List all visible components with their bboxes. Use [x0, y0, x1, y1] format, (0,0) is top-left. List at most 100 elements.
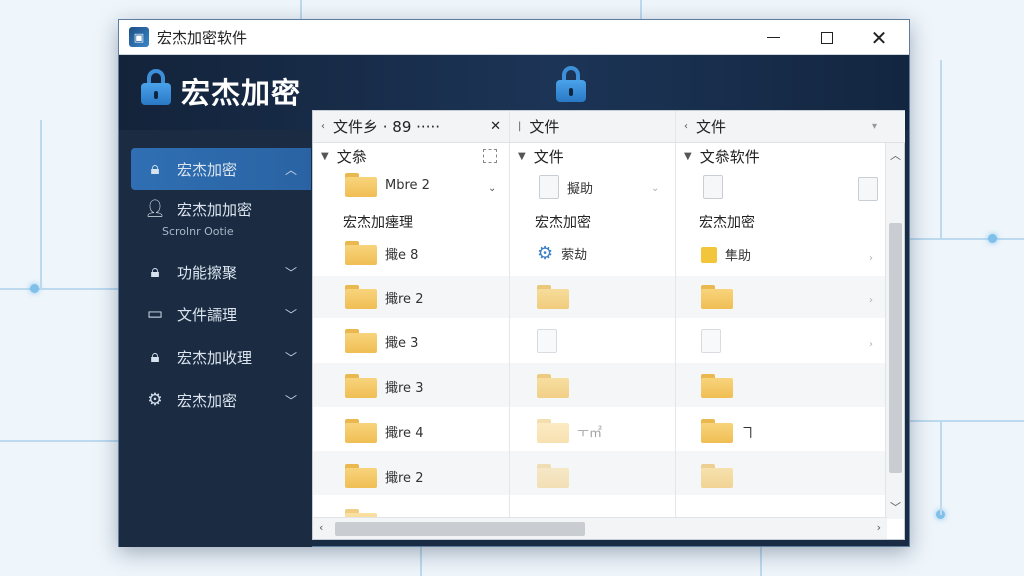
minimize-icon — [766, 36, 780, 39]
minimize-button[interactable] — [747, 20, 799, 55]
sidebar-item-receive[interactable]: 🔒︎ 宏杰加收理 ﹀ — [131, 336, 311, 378]
horizontal-scrollbar[interactable]: ‹ › — [313, 517, 887, 539]
column-header-3[interactable]: ‹ 文件 ▾ — [676, 111, 905, 143]
cloud-folder-icon — [345, 173, 377, 197]
sort-icon[interactable]: ▾ — [872, 121, 877, 132]
folder-row[interactable] — [701, 285, 741, 309]
chevron-right-icon: › — [869, 253, 873, 264]
scroll-right-icon[interactable]: › — [877, 521, 881, 534]
file-browser: ‹ 文件乡 · 89 ····· ✕ | 文件 ‹ 文件 ▾ ▼ 文叅 ▼ 文件… — [312, 110, 905, 540]
column-header-label: 文件乡 · 89 ····· — [333, 118, 440, 136]
folder-row[interactable]: 擑re 4 — [345, 419, 423, 443]
chevron-left-icon: ‹ — [684, 121, 688, 132]
folder-row[interactable]: 擑re 3 — [345, 374, 423, 398]
column-group-3[interactable]: ▼ 文叅软件 — [676, 143, 886, 169]
collapse-icon: ▼ — [684, 150, 692, 162]
column-header-1[interactable]: ‹ 文件乡 · 89 ····· ✕ — [313, 111, 509, 143]
file-icon — [537, 329, 557, 353]
list-item[interactable]: 擬助 — [539, 175, 593, 199]
folder-row[interactable] — [537, 464, 577, 488]
list-item[interactable]: ⚙ 萦劫 — [537, 243, 587, 264]
folder-icon — [537, 464, 569, 488]
gear-icon: ⚙ — [147, 390, 163, 410]
chevron-down-icon: ﹀ — [284, 307, 297, 322]
sidebar-item-advanced-encrypt[interactable]: 👤︎ 宏杰加加密 — [131, 194, 311, 224]
list-item[interactable]: Mbre 2 — [345, 173, 430, 197]
document-row[interactable] — [537, 329, 565, 353]
folder-icon — [701, 285, 733, 309]
folder-row[interactable]: ヿ — [701, 419, 754, 443]
folder-card-icon: ▭ — [146, 304, 164, 324]
chevron-down-icon: ⌄ — [651, 183, 660, 194]
scroll-down-icon[interactable]: ﹀ — [890, 499, 901, 515]
folder-icon — [345, 329, 377, 353]
folder-row[interactable]: 擑e 8 — [345, 241, 418, 265]
user-icon: 👤︎ — [144, 199, 166, 219]
folder-row-label: 擑e 8 — [385, 247, 419, 263]
list-item[interactable]: 隼助 — [701, 245, 751, 264]
column-divider — [675, 111, 676, 519]
chevron-down-icon[interactable]: ⌄ — [488, 183, 496, 194]
scroll-left-icon[interactable]: ‹ — [319, 521, 323, 534]
window-title: 宏杰加密软件 — [157, 28, 248, 47]
select-icon[interactable] — [483, 149, 497, 163]
folder-icon — [701, 419, 733, 443]
maximize-icon — [821, 31, 833, 44]
sidebar-item-file-management[interactable]: ▭ 文件譳理 ﹀ — [131, 293, 311, 335]
column-divider — [509, 111, 510, 519]
list-item[interactable] — [703, 175, 731, 199]
list-item-label: Mbre 2 — [385, 177, 430, 193]
folder-icon — [345, 241, 377, 265]
folder-row-label: 擑e 3 — [385, 335, 419, 351]
column-group-1[interactable]: ▼ 文叅 — [313, 143, 509, 169]
chevron-right-icon: › — [869, 295, 873, 306]
scroll-up-icon[interactable]: ︿ — [890, 147, 901, 163]
sidebar-item-label: 宏杰加密 — [177, 160, 238, 179]
folder-row[interactable] — [537, 285, 577, 309]
title-bar: ▣ 宏杰加密软件 ✕ — [119, 20, 909, 55]
scroll-thumb[interactable] — [335, 522, 585, 536]
chevron-up-icon: ︿ — [284, 162, 297, 177]
folder-row[interactable] — [701, 374, 741, 398]
sidebar-item-subtitle: Scrolnr Ootie — [162, 225, 234, 238]
sidebar-item-features[interactable]: 🔒︎ 功能擦聚 ﹀ — [131, 251, 311, 293]
folder-row[interactable]: 擑re 2 — [345, 285, 423, 309]
lock-icon: 🔒︎ — [150, 347, 160, 367]
folder-row[interactable] — [537, 374, 577, 398]
banner-title: 宏杰加密 — [181, 76, 302, 110]
vertical-scrollbar[interactable]: ︿ ﹀ — [885, 143, 904, 519]
column-header-label: 文件 — [529, 118, 560, 136]
folder-row[interactable] — [701, 464, 741, 488]
collapse-icon: ▼ — [518, 150, 526, 162]
app-window: ▣ 宏杰加密软件 ✕ 宏杰加密 🔒︎ 宏杰加密 ︿ 👤︎ 宏杰加加密 Scrol — [118, 19, 910, 547]
column-header-2[interactable]: | 文件 — [510, 111, 675, 143]
folder-icon — [701, 464, 733, 488]
maximize-button[interactable] — [801, 20, 853, 55]
sidebar: 🔒︎ 宏杰加密 ︿ 👤︎ 宏杰加加密 Scrolnr Ootie 🔒︎ 功能擦聚… — [119, 130, 312, 547]
chevron-down-icon: ﹀ — [284, 350, 297, 365]
folder-icon — [537, 285, 569, 309]
lock-icon: 🔒︎ — [150, 159, 160, 179]
folder-row-label: 擑re 3 — [385, 380, 424, 396]
close-button[interactable]: ✕ — [853, 20, 905, 55]
column-group-label: 文件 — [533, 147, 564, 166]
document-row[interactable] — [701, 329, 729, 353]
sidebar-item-label: 宏杰加密 — [177, 391, 238, 410]
sidebar-item-label: 文件譳理 — [177, 305, 238, 324]
sidebar-item-label: 宏杰加收理 — [177, 348, 253, 367]
column-group-2[interactable]: ▼ 文件 — [510, 143, 675, 169]
sidebar-item-encrypt[interactable]: 🔒︎ 宏杰加密 ︿ — [131, 148, 311, 190]
folder-row[interactable]: ㅜ㎡ — [537, 419, 602, 443]
folder-row[interactable]: 擑re 2 — [345, 464, 423, 488]
sidebar-item-label: 功能擦聚 — [177, 263, 238, 282]
folder-row[interactable]: 擑e 3 — [345, 329, 418, 353]
folder-icon — [537, 419, 569, 443]
app-logo-icon: ▣ — [129, 27, 149, 47]
scroll-thumb[interactable] — [889, 223, 902, 473]
sidebar-item-settings[interactable]: ⚙ 宏杰加密 ﹀ — [131, 379, 311, 421]
section-label: 宏杰加密 — [699, 215, 755, 231]
folder-icon — [345, 285, 377, 309]
close-icon[interactable]: ✕ — [490, 119, 501, 134]
file-icon — [703, 175, 723, 199]
key-icon — [701, 246, 717, 263]
